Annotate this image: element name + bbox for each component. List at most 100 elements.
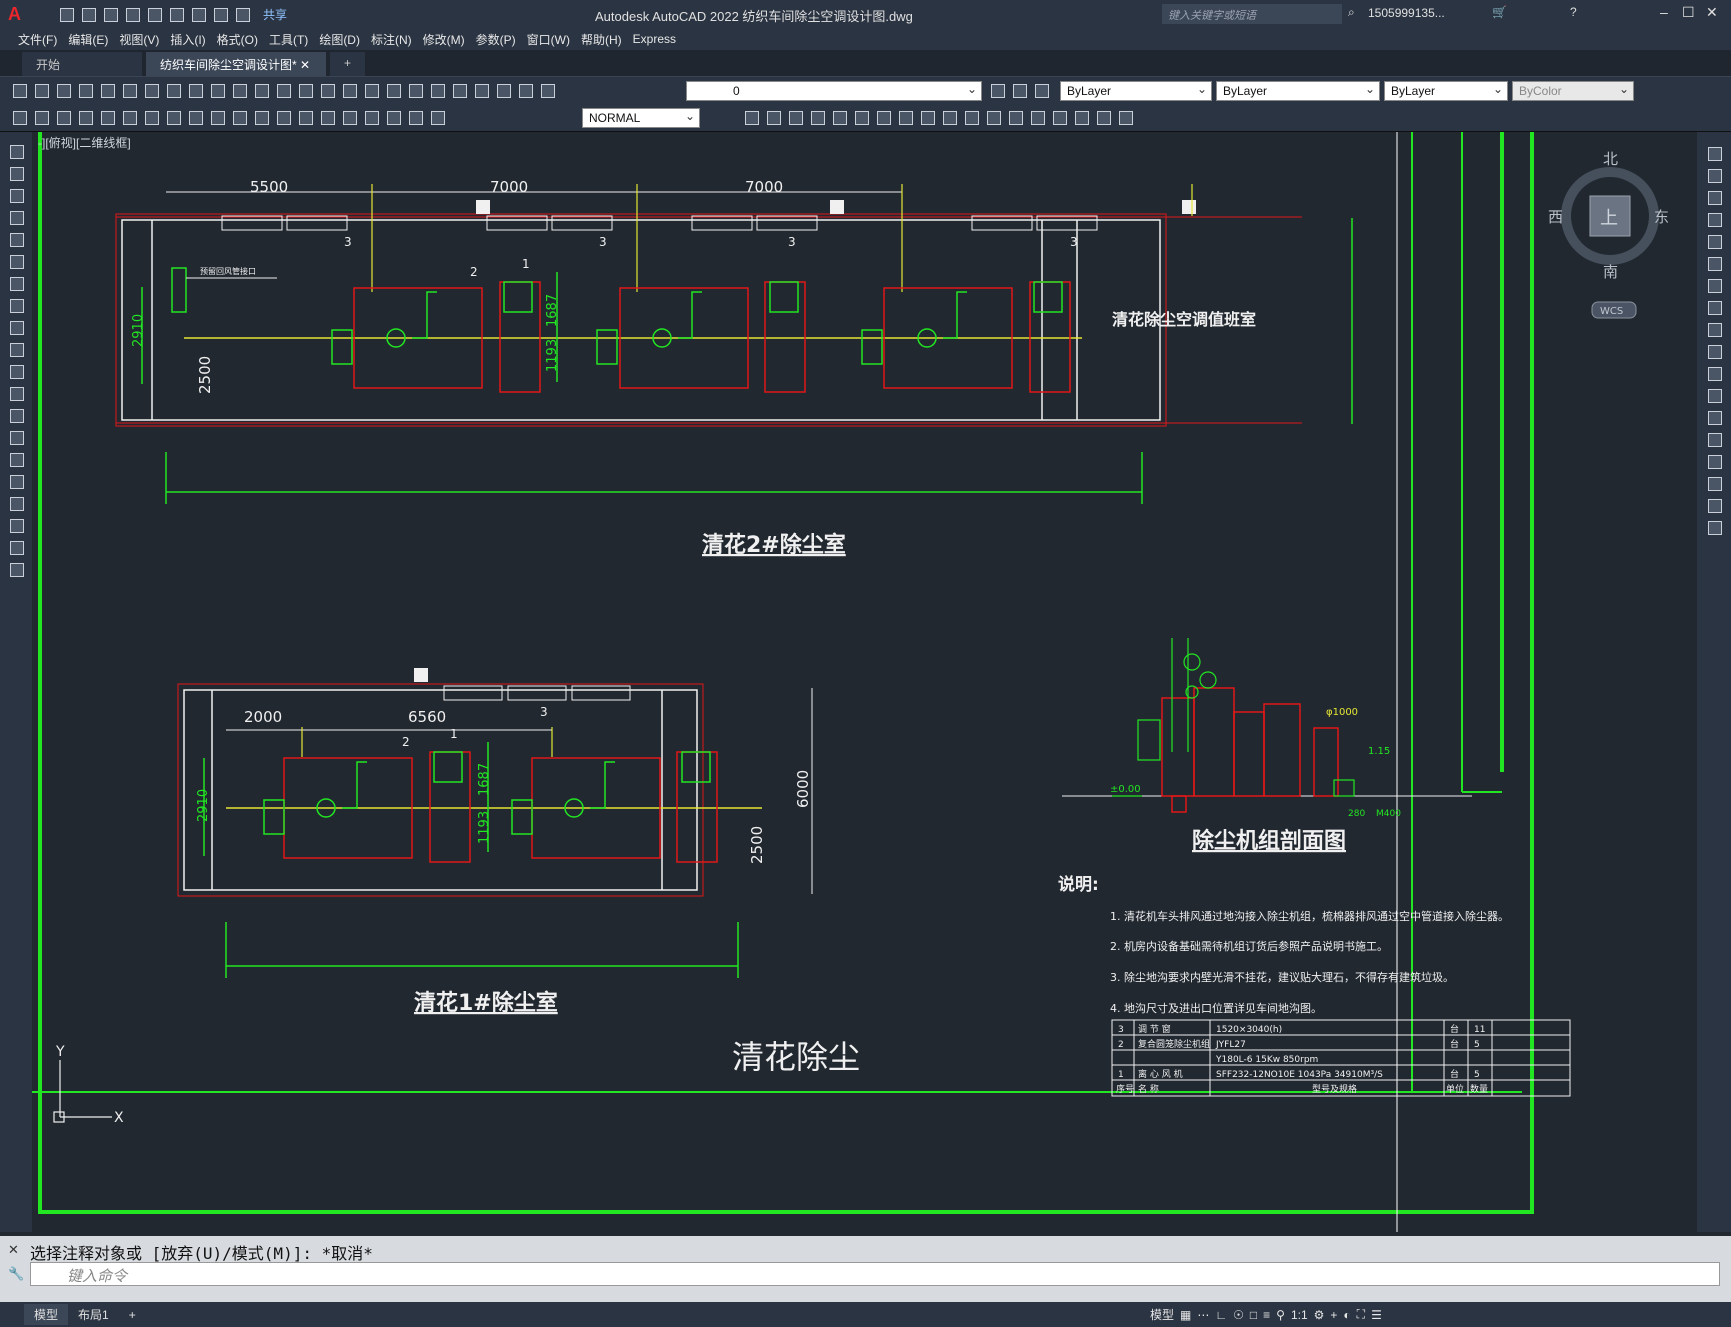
maximize-icon[interactable]: ☐ [1682,4,1695,21]
dim-linear-icon[interactable] [10,108,28,126]
blend-icon[interactable] [1705,496,1723,514]
polar-icon[interactable]: ☉ [1233,1308,1244,1322]
insert-icon[interactable] [786,108,804,126]
insert-block-icon[interactable] [7,384,25,402]
designcenter-icon[interactable] [406,81,424,99]
point-icon[interactable] [7,428,25,446]
array-icon[interactable] [1028,108,1046,126]
lineweight-combo[interactable]: ByLayer [1384,81,1508,101]
dim-radius-icon[interactable] [98,108,116,126]
add-selected-icon[interactable] [7,560,25,578]
fillet-icon[interactable] [1705,474,1723,492]
isolate-icon[interactable]: ◐ [1343,1308,1350,1322]
menu-modify[interactable]: 修改(M) [423,31,465,48]
markup-icon[interactable] [472,81,490,99]
menu-help[interactable]: 帮助(H) [581,31,622,48]
zoom-window-icon[interactable] [340,81,358,99]
revcloud-icon[interactable] [7,296,25,314]
scale-icon[interactable] [1705,298,1723,316]
ortho-icon[interactable]: ∟ [1215,1308,1227,1322]
circle-icon[interactable] [7,274,25,292]
move-icon[interactable] [1050,108,1068,126]
menu-parametric[interactable]: 参数(P) [476,31,516,48]
new-tab-icon[interactable]: + [330,52,366,76]
viewcube-south[interactable]: 南 [1603,263,1618,281]
copy-obj-icon[interactable] [962,108,980,126]
annotation-visibility-icon[interactable]: ⚲ [1276,1308,1285,1322]
layer-previous-icon[interactable] [1010,81,1028,99]
dim-update-icon[interactable] [428,108,446,126]
customize-icon[interactable]: 🔧 [8,1266,24,1282]
search-input[interactable]: 键入关键字或短语 [1162,4,1342,24]
cart-icon[interactable]: 🛒 [1492,5,1507,19]
viewport-controls[interactable]: -][俯视][二维线框] [38,134,131,151]
redo-icon[interactable] [233,5,251,23]
scale-icon[interactable] [1094,108,1112,126]
calculator-icon[interactable] [494,81,512,99]
pan-icon[interactable] [296,81,314,99]
erase-icon[interactable] [1705,144,1723,162]
model-space-button[interactable]: 模型 [1150,1306,1174,1323]
properties-icon[interactable] [384,81,402,99]
center-mark-icon[interactable] [318,108,336,126]
copy-icon[interactable] [1705,166,1723,184]
paste-icon[interactable] [208,81,226,99]
point-icon[interactable] [808,108,826,126]
menu-edit[interactable]: 编辑(E) [68,31,108,48]
break-point-icon[interactable] [1705,386,1723,404]
gradient-icon[interactable] [852,108,870,126]
plotstyle-combo[interactable]: ByColor [1512,81,1634,101]
dim-diameter-icon[interactable] [142,108,160,126]
menu-format[interactable]: 格式(O) [217,31,258,48]
undo-icon[interactable] [252,81,270,99]
zoom-previous-icon[interactable] [362,81,380,99]
arc-icon[interactable] [7,252,25,270]
close-tab-icon[interactable]: ✕ [300,58,310,72]
close-icon[interactable]: ✕ [1706,4,1718,21]
plot-icon[interactable] [76,81,94,99]
open-icon[interactable] [32,81,50,99]
redo-icon[interactable] [274,81,292,99]
dim-ordinate-icon[interactable] [76,108,94,126]
mirror-icon[interactable] [984,108,1002,126]
wcs-label[interactable]: WCS [1600,306,1623,317]
array-icon[interactable] [1705,232,1723,250]
snap-icon[interactable]: ⋯ [1197,1308,1209,1322]
hatch-icon[interactable] [830,108,848,126]
save-icon[interactable] [101,5,119,23]
mtext-icon[interactable] [7,538,25,556]
user-account[interactable]: 1505999135... [1368,6,1445,20]
autocad-logo[interactable]: A [8,4,21,25]
dim-continue-icon[interactable] [230,108,248,126]
dim-edit-icon[interactable] [384,108,402,126]
table-icon[interactable] [7,516,25,534]
fullscreen-icon[interactable]: ⛶ [1357,1307,1365,1322]
sheetset-icon[interactable] [450,81,468,99]
new-file-icon[interactable] [57,5,75,23]
tab-layout1[interactable]: 布局1 [68,1304,119,1325]
chamfer-icon[interactable] [1705,452,1723,470]
dim-aligned-icon[interactable] [32,108,50,126]
3dprint-icon[interactable] [142,81,160,99]
lineweight-icon[interactable]: ≡ [1263,1308,1270,1322]
join-icon[interactable] [1705,430,1723,448]
rotate-icon[interactable] [1072,108,1090,126]
dim-text-edit-icon[interactable] [406,108,424,126]
plot-icon[interactable] [189,5,207,23]
menu-window[interactable]: 窗口(W) [527,31,570,48]
mtext-icon[interactable] [918,108,936,126]
viewport-icon[interactable] [742,108,760,126]
block-icon[interactable] [764,108,782,126]
stretch-icon[interactable] [1116,108,1134,126]
close-icon[interactable]: ✕ [8,1242,19,1258]
viewcube[interactable]: 上 北 南 东 西 WCS [1548,150,1669,319]
cut-icon[interactable] [164,81,182,99]
region-icon[interactable] [7,494,25,512]
extend-icon[interactable] [1705,364,1723,382]
help-icon[interactable] [516,81,534,99]
viewcube-top[interactable]: 上 [1600,208,1618,229]
menu-express[interactable]: Express [633,32,676,46]
rectangle-icon[interactable] [7,230,25,248]
line-icon[interactable] [7,142,25,160]
offset-icon[interactable] [1006,108,1024,126]
